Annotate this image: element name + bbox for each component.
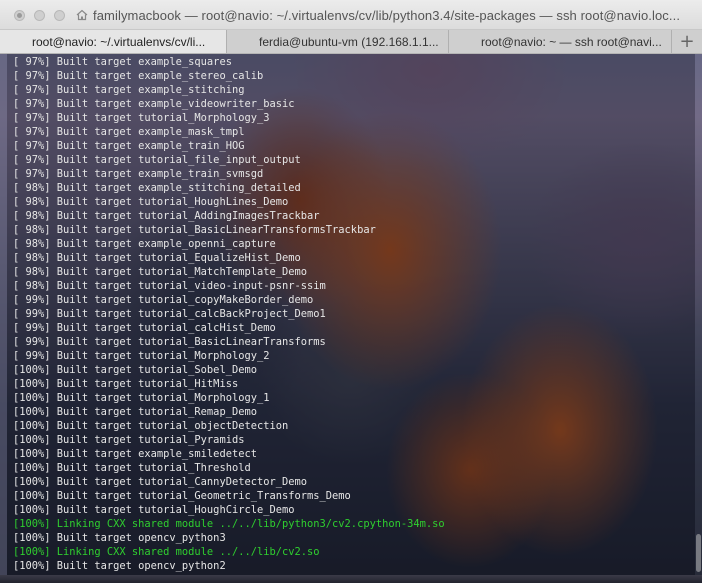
title-bar[interactable]: familymacbook — root@navio: ~/.virtualen… — [0, 0, 702, 30]
scrollbar-thumb[interactable] — [696, 534, 701, 572]
terminal-line-highlighted: [100%] Linking CXX shared module ../../l… — [13, 518, 445, 530]
terminal-line: [ 99%] Built target tutorial_BasicLinear… — [13, 336, 326, 348]
terminal-line: [ 98%] Built target tutorial_video-input… — [13, 280, 326, 292]
tab-ferdia-ubuntu-vm[interactable]: × ferdia@ubuntu-vm (192.168.1.1... — [227, 30, 449, 53]
terminal-line: [ 97%] Built target example_videowriter_… — [13, 98, 295, 110]
terminal-line: [ 99%] Built target tutorial_calcBackPro… — [13, 308, 326, 320]
terminal-line: [100%] Built target tutorial_Remap_Demo — [13, 406, 257, 418]
tab-label: root@navio: ~ — ssh root@navi... — [481, 34, 662, 49]
close-window-button[interactable] — [14, 10, 25, 21]
terminal-line: [ 97%] Built target example_train_HOG — [13, 140, 245, 152]
terminal-line: [100%] Built target tutorial_Sobel_Demo — [13, 364, 257, 376]
terminal-line: [100%] Built target tutorial_Morphology_… — [13, 392, 270, 404]
terminal-line: [100%] Built target tutorial_CannyDetect… — [13, 476, 308, 488]
terminal-line: [ 99%] Built target tutorial_calcHist_De… — [13, 322, 276, 334]
zoom-window-button[interactable] — [54, 10, 65, 21]
terminal-line: [100%] Built target example_smiledetect — [13, 448, 257, 460]
terminal-line: [100%] Built target tutorial_HoughCircle… — [13, 504, 295, 516]
tab-label: root@navio: ~/.virtualenvs/cv/li... — [32, 34, 206, 49]
terminal-line: [100%] Built target tutorial_objectDetec… — [13, 420, 289, 432]
terminal-line: [ 98%] Built target tutorial_AddingImage… — [13, 210, 320, 222]
minimize-window-button[interactable] — [34, 10, 45, 21]
terminal-line: [ 99%] Built target tutorial_copyMakeBor… — [13, 294, 314, 306]
terminal-window: familymacbook — root@navio: ~/.virtualen… — [0, 0, 702, 583]
window-edge — [0, 54, 7, 575]
terminal-line: [ 97%] Built target tutorial_Morphology_… — [13, 112, 270, 124]
terminal-line: [ 98%] Built target tutorial_HoughLines_… — [13, 196, 289, 208]
terminal-line: [ 97%] Built target example_squares — [13, 56, 232, 68]
terminal-line: [ 97%] Built target example_mask_tmpl — [13, 126, 245, 138]
terminal-line: [ 98%] Built target tutorial_BasicLinear… — [13, 224, 376, 236]
terminal-output[interactable]: [ 97%] Built target example_squares [ 97%… — [13, 55, 685, 575]
tab-label: ferdia@ubuntu-vm (192.168.1.1... — [259, 34, 439, 49]
terminal-line: [ 97%] Built target example_stereo_calib — [13, 70, 264, 82]
window-title-group: familymacbook — root@navio: ~/.virtualen… — [76, 0, 680, 30]
terminal-line: [100%] Built target opencv_python3 — [13, 532, 226, 544]
terminal-scrollbar[interactable] — [695, 54, 702, 575]
terminal-line: [ 97%] Built target example_train_svmsgd — [13, 168, 264, 180]
terminal-line: [ 97%] Built target tutorial_file_input_… — [13, 154, 301, 166]
tab-root-navio-home[interactable]: × root@navio: ~ — ssh root@navi... — [449, 30, 672, 53]
window-title: familymacbook — root@navio: ~/.virtualen… — [93, 7, 681, 23]
terminal-line: [ 98%] Built target example_openni_captu… — [13, 238, 276, 250]
terminal-line: [ 99%] Built target tutorial_Morphology_… — [13, 350, 270, 362]
terminal-line: [100%] Built target tutorial_HitMiss — [13, 378, 239, 390]
terminal-line: [ 98%] Built target example_stitching_de… — [13, 182, 301, 194]
terminal-line: [100%] Built target tutorial_Pyramids — [13, 434, 245, 446]
home-icon — [76, 9, 88, 21]
tab-bar: × root@navio: ~/.virtualenvs/cv/li... × … — [0, 30, 702, 54]
terminal-line: [100%] Built target opencv_python2 — [13, 560, 226, 572]
terminal-line: [ 98%] Built target tutorial_MatchTempla… — [13, 266, 308, 278]
terminal-line: [100%] Built target tutorial_Geometric_T… — [13, 490, 351, 502]
window-bottom-edge — [0, 575, 702, 583]
terminal-line: [ 98%] Built target tutorial_EqualizeHis… — [13, 252, 301, 264]
new-tab-button[interactable]: + — [672, 30, 702, 53]
tab-root-navio-virtualenvs[interactable]: × root@navio: ~/.virtualenvs/cv/li... — [0, 30, 227, 53]
terminal-line-highlighted: [100%] Linking CXX shared module ../../l… — [13, 546, 320, 558]
terminal-line: [ 97%] Built target example_stitching — [13, 84, 245, 96]
terminal-line: [100%] Built target tutorial_Threshold — [13, 462, 251, 474]
